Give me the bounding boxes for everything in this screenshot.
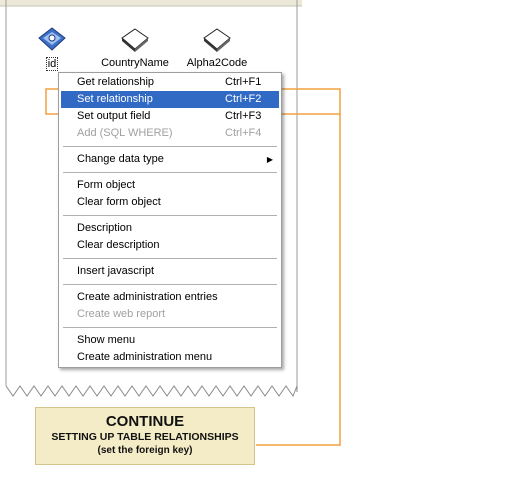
menu-item-label: Set relationship <box>77 93 153 105</box>
menu-item-label: Description <box>77 222 133 234</box>
menu-item-set-output-field[interactable]: Set output field Ctrl+F3 <box>61 108 279 125</box>
menu-item-clear-form-object[interactable]: Clear form object <box>61 194 279 211</box>
field-label: Alpha2Code <box>186 57 248 69</box>
menu-separator <box>63 258 277 259</box>
menu-separator <box>63 172 277 173</box>
menu-item-set-relationship[interactable]: Set relationship Ctrl+F2 <box>61 91 279 108</box>
menu-item-label: Get relationship <box>77 76 155 88</box>
menu-separator <box>63 215 277 216</box>
context-menu: Get relationship Ctrl+F1 Set relationship C… <box>58 72 282 368</box>
menu-item-shortcut: Ctrl+F2 <box>225 93 262 105</box>
menu-item-get-relationship[interactable]: Get relationship Ctrl+F1 <box>61 74 279 91</box>
menu-item-label: Create administration menu <box>77 351 213 363</box>
menu-item-label: Insert javascript <box>77 265 155 277</box>
menu-item-shortcut: Ctrl+F1 <box>225 76 262 88</box>
menu-item-create-administration-entries[interactable]: Create administration entries <box>61 289 279 306</box>
menu-separator <box>63 146 277 147</box>
field-id[interactable]: id <box>34 26 70 71</box>
menu-item-shortcut: Ctrl+F3 <box>225 110 262 122</box>
field-countryname[interactable]: CountryName <box>100 26 170 69</box>
menu-item-clear-description[interactable]: Clear description <box>61 237 279 254</box>
key-field-icon <box>38 27 66 51</box>
menu-separator <box>63 284 277 285</box>
menu-item-form-object[interactable]: Form object <box>61 177 279 194</box>
callout-subtitle: SETTING UP TABLE RELATIONSHIPS <box>51 431 239 443</box>
menu-item-label: Form object <box>77 179 136 191</box>
menu-item-label: Show menu <box>77 334 136 346</box>
menu-item-create-administration-menu[interactable]: Create administration menu <box>61 349 279 366</box>
callout-note: (set the foreign key) <box>97 445 193 456</box>
field-icon <box>121 28 149 52</box>
field-alpha2code[interactable]: Alpha2Code <box>182 26 252 69</box>
menu-separator <box>63 327 277 328</box>
field-label: id <box>45 57 59 71</box>
menu-item-shortcut: Ctrl+F4 <box>225 127 262 139</box>
menu-item-label: Change data type <box>77 153 164 165</box>
menu-item-label: Clear description <box>77 239 160 251</box>
field-icon <box>203 28 231 52</box>
menu-item-label: Add (SQL WHERE) <box>77 127 173 139</box>
menu-item-label: Set output field <box>77 110 151 122</box>
submenu-arrow-icon: ▶ <box>266 155 273 164</box>
menu-item-label: Create administration entries <box>77 291 218 303</box>
menu-item-show-menu[interactable]: Show menu <box>61 332 279 349</box>
callout-title: CONTINUE <box>105 413 185 430</box>
menu-item-description[interactable]: Description <box>61 220 279 237</box>
menu-item-insert-javascript[interactable]: Insert javascript <box>61 263 279 280</box>
menu-item-create-web-report: Create web report <box>61 306 279 323</box>
menu-item-label: Clear form object <box>77 196 161 208</box>
menu-item-label: Create web report <box>77 308 166 320</box>
field-label: CountryName <box>101 57 169 69</box>
menu-item-change-data-type[interactable]: Change data type ▶ <box>61 151 279 168</box>
menu-item-add-sql-where: Add (SQL WHERE) Ctrl+F4 <box>61 125 279 142</box>
callout-box: CONTINUE SETTING UP TABLE RELATIONSHIPS … <box>35 407 255 465</box>
